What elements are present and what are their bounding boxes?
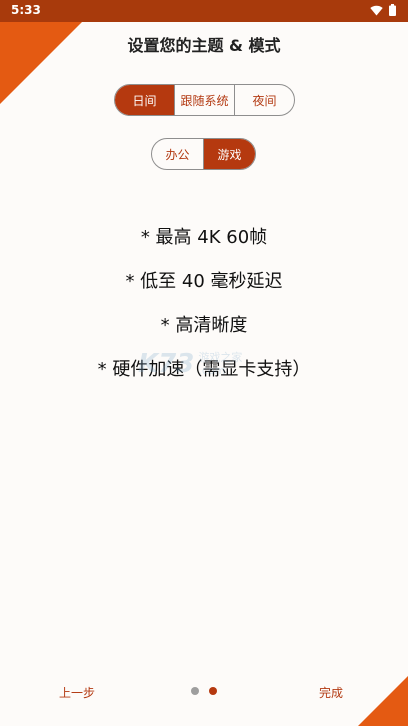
mode-option-office[interactable]: 办公 bbox=[152, 139, 204, 169]
bottom-navigation: 上一步 完成 bbox=[0, 680, 408, 704]
feature-list: * 最高 4K 60帧 * 低至 40 毫秒延迟 * 高清晰度 * 硬件加速（需… bbox=[0, 222, 408, 398]
theme-option-system[interactable]: 跟随系统 bbox=[175, 85, 235, 115]
feature-item: * 最高 4K 60帧 bbox=[140, 227, 268, 248]
page-indicator bbox=[191, 687, 217, 695]
feature-item: * 低至 40 毫秒延迟 bbox=[125, 271, 283, 292]
theme-option-day[interactable]: 日间 bbox=[115, 85, 175, 115]
mode-selector: 办公 游戏 bbox=[151, 138, 256, 170]
status-bar: 5:33 bbox=[0, 0, 408, 22]
wifi-icon bbox=[370, 5, 383, 16]
status-icons bbox=[370, 4, 396, 16]
battery-icon bbox=[389, 4, 396, 16]
theme-option-night[interactable]: 夜间 bbox=[235, 85, 294, 115]
mode-option-game[interactable]: 游戏 bbox=[204, 139, 255, 169]
status-time: 5:33 bbox=[11, 3, 41, 17]
previous-button[interactable]: 上一步 bbox=[59, 684, 95, 701]
feature-item: * 高清晰度 bbox=[160, 315, 248, 336]
corner-decoration-bottom-right bbox=[358, 676, 408, 726]
page-dot-active bbox=[209, 687, 217, 695]
feature-item: * 硬件加速（需显卡支持） bbox=[97, 359, 311, 380]
done-button[interactable]: 完成 bbox=[319, 684, 343, 701]
theme-selector: 日间 跟随系统 夜间 bbox=[114, 84, 295, 116]
page-dot bbox=[191, 687, 199, 695]
